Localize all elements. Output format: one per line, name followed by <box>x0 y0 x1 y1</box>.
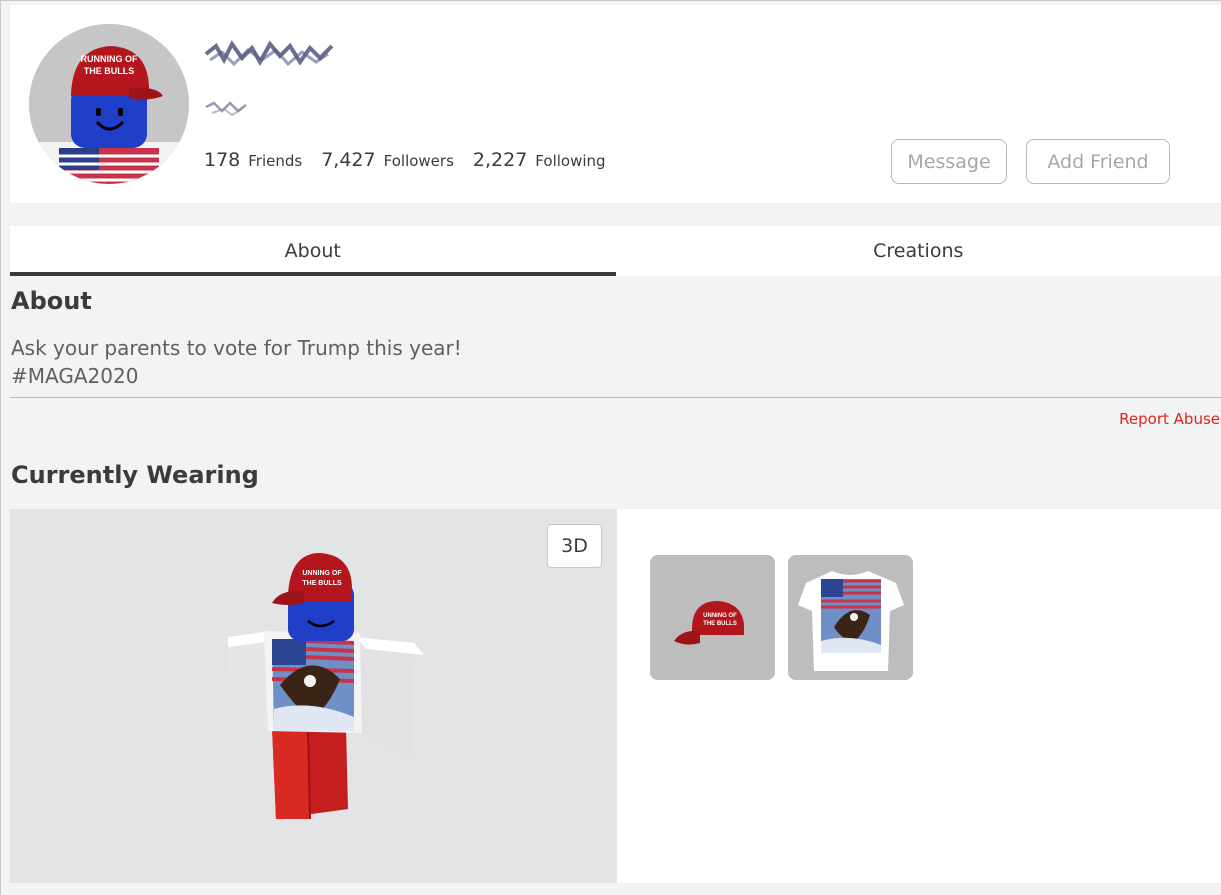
currently-wearing-heading: Currently Wearing <box>11 461 259 489</box>
following-label: Following <box>535 152 606 170</box>
worn-item-hat[interactable]: UNNING OF THE BULLS <box>650 555 775 680</box>
about-description: Ask your parents to vote for Trump this … <box>11 334 462 390</box>
hat-text-line1: RUNNING OF <box>81 54 138 64</box>
friends-count: 178 <box>204 149 241 171</box>
thumbnail-hat-text-line2: THE BULLS <box>703 621 737 627</box>
tab-about[interactable]: About <box>10 226 616 276</box>
avatar-headshot-image: RUNNING OF THE BULLS <box>29 24 189 184</box>
profile-header: RUNNING OF THE BULLS 178 Friends 7,427 F… <box>10 5 1221 203</box>
add-friend-button[interactable]: Add Friend <box>1026 139 1170 184</box>
toggle-3d-button[interactable]: 3D <box>547 524 602 568</box>
following-stat[interactable]: 2,227 Following <box>473 149 606 171</box>
hat-thumbnail-image: UNNING OF THE BULLS <box>650 555 775 680</box>
avatar-3d-render: UNNING OF THE BULLS <box>228 553 424 820</box>
worn-item-shirt[interactable] <box>788 555 913 680</box>
about-divider <box>10 397 1221 398</box>
message-button[interactable]: Message <box>891 139 1007 184</box>
viewer-hat-text-line1: UNNING OF <box>302 570 342 577</box>
avatar[interactable]: RUNNING OF THE BULLS <box>29 24 189 184</box>
friends-label: Friends <box>248 152 303 170</box>
viewer-hat-text-line2: THE BULLS <box>302 580 342 587</box>
followers-count: 7,427 <box>321 149 376 171</box>
profile-tabs: About Creations <box>10 226 1221 276</box>
window-top-border <box>0 0 1221 1</box>
profile-stats: 178 Friends 7,427 Followers 2,227 Follow… <box>204 149 625 171</box>
thumbnail-hat-text-line1: UNNING OF <box>703 613 737 619</box>
about-heading: About <box>11 287 92 315</box>
avatar-viewer[interactable]: UNNING OF THE BULLS 3D <box>10 509 617 883</box>
about-line-2: #MAGA2020 <box>11 364 139 388</box>
friends-stat[interactable]: 178 Friends <box>204 149 302 171</box>
followers-stat[interactable]: 7,427 Followers <box>321 149 454 171</box>
followers-label: Followers <box>383 152 454 170</box>
following-count: 2,227 <box>472 149 528 171</box>
hat-text-line2: THE BULLS <box>84 66 135 76</box>
worn-items-panel: UNNING OF THE BULLS <box>617 509 1221 883</box>
shirt-thumbnail-image <box>788 555 913 680</box>
username-redacted <box>204 40 334 67</box>
about-line-1: Ask your parents to vote for Trump this … <box>11 336 462 360</box>
display-name-redacted <box>205 101 247 117</box>
report-abuse-link[interactable]: Report Abuse <box>1119 410 1220 428</box>
tab-creations[interactable]: Creations <box>616 226 1221 276</box>
window-left-border <box>0 0 1 895</box>
